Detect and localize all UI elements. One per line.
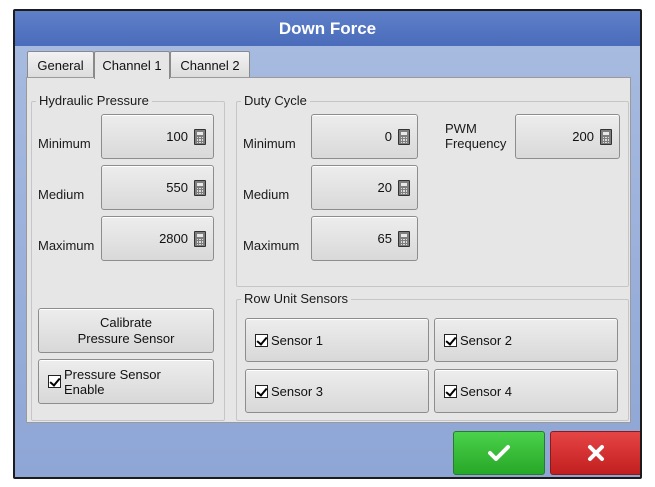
duty-minimum-label: Minimum — [243, 136, 296, 151]
hyd-maximum-label: Maximum — [38, 238, 95, 253]
sensor-3-label: Sensor 3 — [271, 383, 324, 399]
hyd-minimum-label: Minimum — [38, 136, 91, 151]
pressure-sensor-enable-toggle[interactable]: Pressure Sensor Enable — [38, 359, 214, 404]
ok-button[interactable] — [453, 431, 545, 475]
duty-minimum-field[interactable]: 0 — [311, 114, 418, 159]
sensor-4-checkbox[interactable] — [444, 384, 457, 398]
duty-cycle-group: Duty Cycle Minimum 0 Medium 20 Maximum 6… — [236, 93, 629, 287]
duty-minimum-value: 0 — [384, 129, 392, 144]
hyd-minimum-field[interactable]: 100 — [101, 114, 214, 159]
duty-cycle-title: Duty Cycle — [241, 93, 310, 109]
pressure-sensor-enable-label: Pressure Sensor Enable — [64, 367, 161, 397]
sensor-1-toggle[interactable]: Sensor 1 — [245, 318, 429, 362]
sensor-4-label: Sensor 4 — [460, 383, 513, 399]
dialog-title: Down Force — [15, 11, 640, 46]
calculator-icon — [194, 230, 206, 247]
pressure-sensor-enable-checkbox[interactable] — [48, 375, 61, 388]
down-force-dialog: Down Force General Channel 1 Channel 2 H… — [13, 9, 642, 479]
hyd-medium-value: 550 — [166, 180, 188, 195]
hyd-maximum-field[interactable]: 2800 — [101, 216, 214, 261]
sensor-4-toggle[interactable]: Sensor 4 — [434, 369, 618, 413]
sensor-1-label: Sensor 1 — [271, 332, 324, 348]
duty-medium-value: 20 — [377, 180, 392, 195]
calculator-icon — [600, 128, 612, 145]
sensor-1-checkbox[interactable] — [255, 333, 268, 347]
row-unit-sensors-group: Row Unit Sensors Sensor 1 Sensor 2 Senso… — [236, 291, 629, 421]
sensor-3-checkbox[interactable] — [255, 384, 268, 398]
pwm-frequency-line1: PWM — [445, 121, 477, 136]
pwm-frequency-field[interactable]: 200 — [515, 114, 620, 159]
pressure-sensor-enable-line2: Enable — [64, 381, 105, 397]
duty-maximum-value: 65 — [377, 231, 392, 246]
cancel-button[interactable] — [550, 431, 640, 475]
duty-medium-field[interactable]: 20 — [311, 165, 418, 210]
pressure-sensor-enable-line1: Pressure Sensor — [64, 366, 161, 382]
calculator-icon — [398, 179, 410, 196]
hyd-medium-label: Medium — [38, 187, 85, 202]
calibrate-pressure-sensor-button[interactable]: Calibrate Pressure Sensor — [38, 308, 214, 353]
calibrate-label-line1: Calibrate — [99, 314, 153, 330]
calculator-icon — [194, 179, 206, 196]
duty-maximum-field[interactable]: 65 — [311, 216, 418, 261]
row-unit-sensors-title: Row Unit Sensors — [241, 291, 352, 307]
hyd-medium-field[interactable]: 550 — [101, 165, 214, 210]
duty-medium-label: Medium — [243, 187, 290, 202]
sensor-2-checkbox[interactable] — [444, 333, 457, 347]
sensor-2-toggle[interactable]: Sensor 2 — [434, 318, 618, 362]
sensor-2-label: Sensor 2 — [460, 332, 513, 348]
calibrate-label-line2: Pressure Sensor — [77, 330, 175, 346]
tab-channel-2[interactable]: Channel 2 — [170, 51, 250, 78]
duty-maximum-label: Maximum — [243, 238, 300, 253]
hydraulic-pressure-title: Hydraulic Pressure — [36, 93, 152, 109]
hyd-minimum-value: 100 — [166, 129, 188, 144]
calculator-icon — [194, 128, 206, 145]
calculator-icon — [398, 128, 410, 145]
channel-1-panel: Hydraulic Pressure Minimum 100 Medium 55… — [26, 77, 631, 423]
pwm-frequency-label: PWM Frequency — [445, 121, 506, 151]
tab-general[interactable]: General — [27, 51, 94, 78]
x-icon — [588, 445, 604, 461]
pwm-frequency-value: 200 — [572, 129, 594, 144]
pwm-frequency-line2: Frequency — [445, 136, 507, 151]
checkmark-icon — [488, 445, 510, 461]
hyd-maximum-value: 2800 — [159, 231, 188, 246]
calculator-icon — [398, 230, 410, 247]
sensor-3-toggle[interactable]: Sensor 3 — [245, 369, 429, 413]
tab-channel-1[interactable]: Channel 1 — [94, 51, 170, 79]
hydraulic-pressure-group: Hydraulic Pressure Minimum 100 Medium 55… — [31, 93, 225, 421]
